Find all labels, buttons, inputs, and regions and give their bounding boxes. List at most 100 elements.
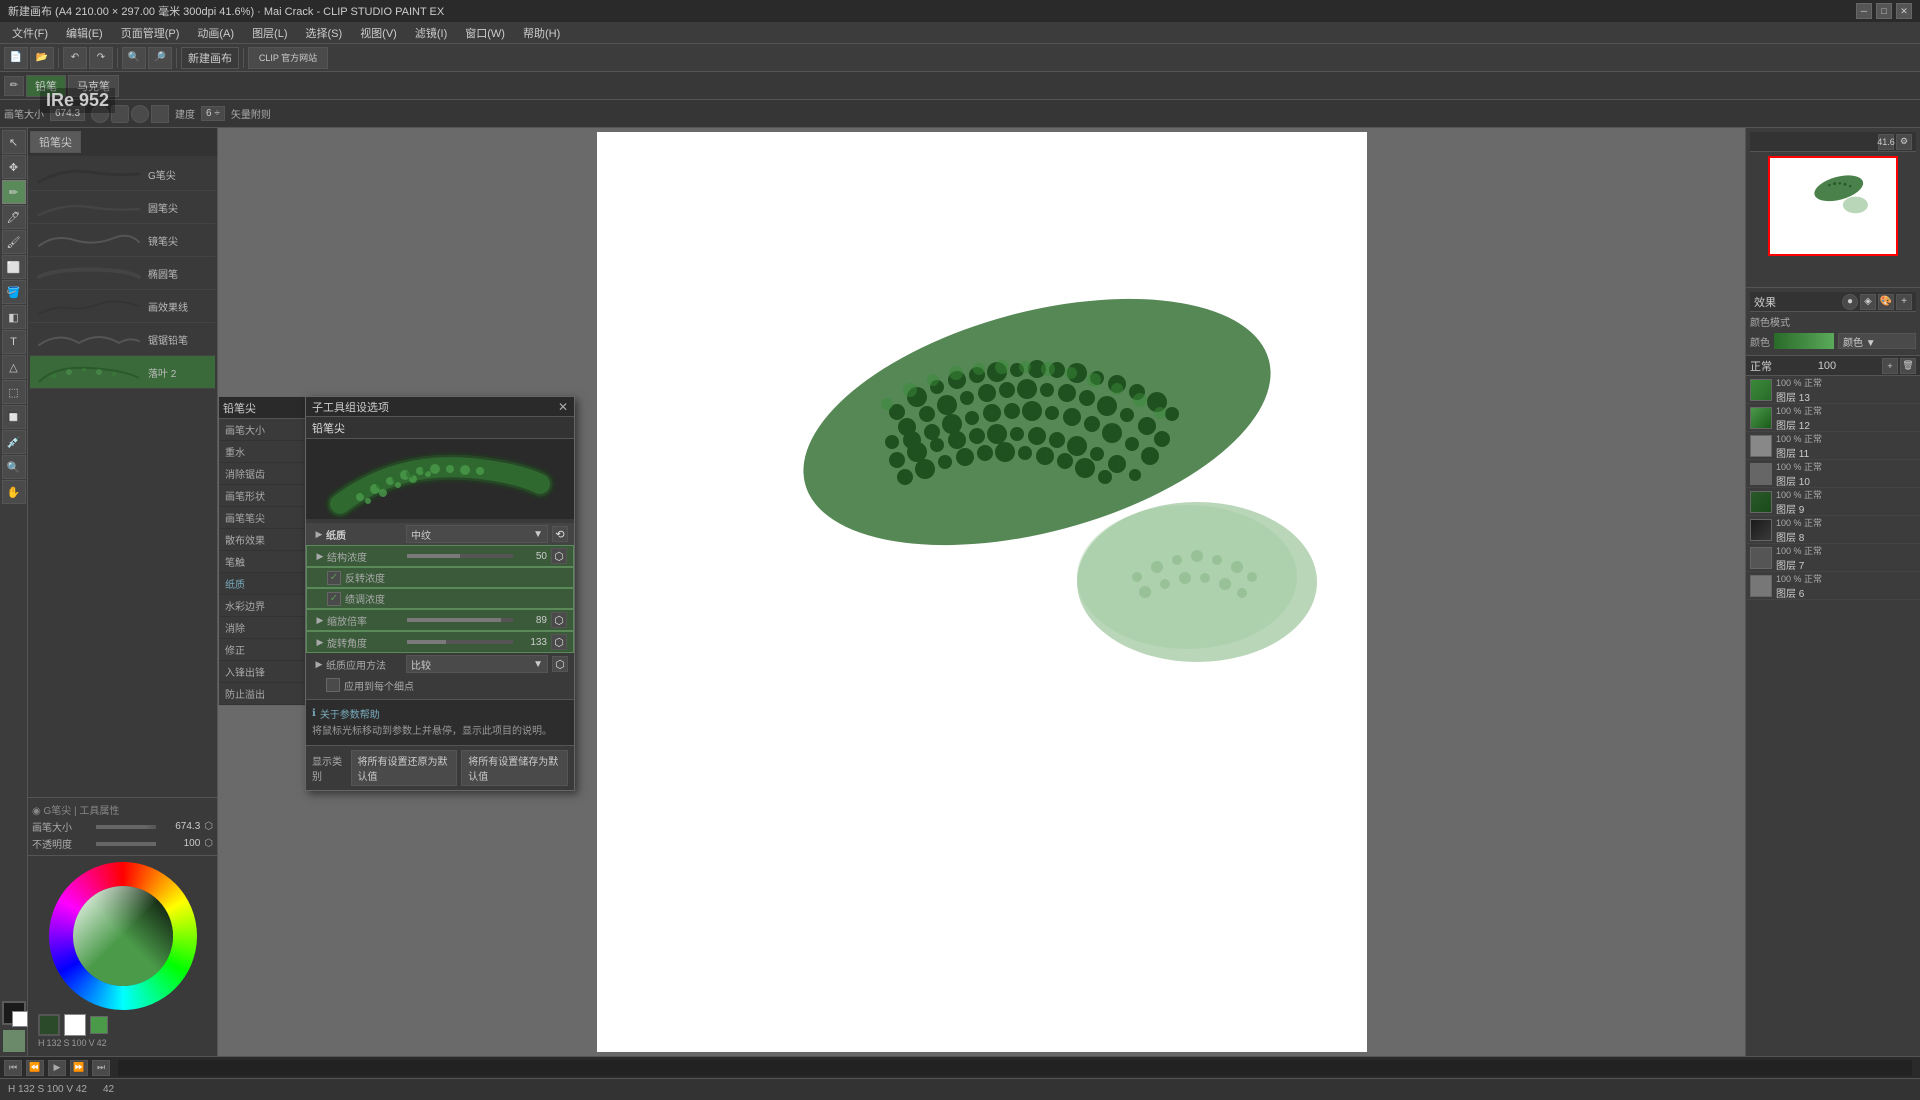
thumbnail-zoom[interactable]: 41.6: [1878, 134, 1894, 150]
layer-item-10[interactable]: 100 % 正常 图层 10: [1746, 460, 1920, 488]
bs-size[interactable]: 画笔大小: [219, 419, 307, 441]
angle-slider[interactable]: [407, 640, 513, 644]
color-wheel-container[interactable]: [49, 862, 197, 1010]
tool-brush[interactable]: 🖌: [2, 230, 26, 254]
tool-pointer[interactable]: ↖: [2, 130, 26, 154]
brush-item-saw[interactable]: 锯锯铅笔: [30, 323, 215, 356]
bs-correct[interactable]: 修正: [219, 639, 307, 661]
undo-button[interactable]: ↶: [63, 47, 87, 69]
effect-color[interactable]: 🎨: [1878, 294, 1894, 310]
brush-item-leaf[interactable]: 落叶 2: [30, 356, 215, 389]
bs-prevent[interactable]: 防止溢出: [219, 683, 307, 705]
brush-item-mirror[interactable]: 镜笔尖: [30, 224, 215, 257]
paper-reset-button[interactable]: ⟲: [552, 526, 568, 542]
brush-item-ellipse[interactable]: 椭圆笔: [30, 257, 215, 290]
layer-item-8[interactable]: 100 % 正常 图层 8: [1746, 516, 1920, 544]
layer-item-12[interactable]: 100 % 正常 图层 12: [1746, 404, 1920, 432]
bs-scatter[interactable]: 散布效果: [219, 529, 307, 551]
tl-start[interactable]: ⏮: [4, 1060, 22, 1076]
bs-inout[interactable]: 入锋出锋: [219, 661, 307, 683]
canvas[interactable]: [597, 132, 1367, 1052]
stretch-density-checkbox[interactable]: [327, 592, 341, 606]
show-types-button[interactable]: 显示类别: [312, 753, 347, 783]
color-dropdown[interactable]: 颜色 ▼: [1838, 333, 1916, 349]
menu-view[interactable]: 视图(V): [352, 23, 405, 43]
bs-paper[interactable]: 纸质: [219, 573, 307, 595]
tool-fill[interactable]: 🪣: [2, 280, 26, 304]
opacity-shape4[interactable]: [151, 105, 169, 123]
layer-opacity[interactable]: 100: [1818, 360, 1836, 372]
apply-method-dropdown[interactable]: 比较 ▼: [406, 655, 548, 673]
density-toggle[interactable]: ⬡: [551, 548, 567, 564]
foreground-swatch[interactable]: [38, 1014, 60, 1036]
scale-expand[interactable]: ▶: [313, 613, 327, 627]
angle-expand[interactable]: ▶: [313, 635, 327, 649]
tl-play[interactable]: ▶: [48, 1060, 66, 1076]
brush-size-slider[interactable]: [96, 825, 156, 829]
bs-erase[interactable]: 消除: [219, 617, 307, 639]
tool-eraser[interactable]: ⬜: [2, 255, 26, 279]
tool-shape[interactable]: △: [2, 355, 26, 379]
subtool-panel-close-button[interactable]: ✕: [558, 400, 568, 414]
tool-pen[interactable]: 🖊: [2, 205, 26, 229]
bs-stroke[interactable]: 笔触: [219, 551, 307, 573]
color-gradient-swatch[interactable]: [1774, 333, 1834, 349]
brush-item-round[interactable]: 圆笔尖: [30, 191, 215, 224]
tool-text[interactable]: T: [2, 330, 26, 354]
apply-each-checkbox[interactable]: [326, 678, 340, 692]
opacity-stepper[interactable]: ⬡: [204, 838, 213, 849]
redo-button[interactable]: ↷: [89, 47, 113, 69]
layer-item-13[interactable]: 100 % 正常 图层 13: [1746, 376, 1920, 404]
layer-item-9[interactable]: 100 % 正常 图层 9: [1746, 488, 1920, 516]
reset-defaults-button[interactable]: 将所有设置还原为默认值: [351, 750, 458, 786]
new-layer-button[interactable]: +: [1882, 358, 1898, 374]
brush-size-stepper[interactable]: ⬡: [204, 821, 213, 832]
menu-edit[interactable]: 编辑(E): [58, 23, 111, 43]
tool-eyedrop[interactable]: 💉: [2, 430, 26, 454]
opacity-shape3[interactable]: [131, 105, 149, 123]
tl-end[interactable]: ⏭: [92, 1060, 110, 1076]
tool-hand[interactable]: ✋: [2, 480, 26, 504]
effect-more[interactable]: +: [1896, 294, 1912, 310]
tool-gradient[interactable]: ◧: [2, 305, 26, 329]
menu-page[interactable]: 页面管理(P): [113, 23, 188, 43]
effect-layer[interactable]: ◈: [1860, 294, 1876, 310]
angle-toggle[interactable]: ⬡: [551, 634, 567, 650]
scale-toggle[interactable]: ⬡: [551, 612, 567, 628]
bs-shape[interactable]: 画笔形状: [219, 485, 307, 507]
menu-help[interactable]: 帮助(H): [515, 23, 568, 43]
thumbnail-settings[interactable]: ⚙: [1896, 134, 1912, 150]
layer-blend-mode[interactable]: 正常: [1750, 358, 1772, 374]
apply-expand[interactable]: ▶: [312, 657, 326, 671]
tool-pencil[interactable]: ✏: [2, 180, 26, 204]
bs-antialias[interactable]: 消除锯齿: [219, 463, 307, 485]
menu-file[interactable]: 文件(F): [4, 23, 56, 43]
color-switch[interactable]: [3, 1030, 25, 1052]
menu-animation[interactable]: 动画(A): [189, 23, 242, 43]
open-button[interactable]: 📂: [30, 47, 54, 69]
tl-next[interactable]: ⏩: [70, 1060, 88, 1076]
color-wheel[interactable]: [49, 862, 197, 1010]
color-picker-square[interactable]: [73, 886, 173, 986]
density-slider[interactable]: [407, 554, 513, 558]
new-file-button[interactable]: 📄: [4, 47, 28, 69]
paper-expand-icon[interactable]: ▶: [312, 527, 326, 541]
bs-tip[interactable]: 画笔笔尖: [219, 507, 307, 529]
close-button[interactable]: ✕: [1896, 3, 1912, 19]
reverse-density-checkbox[interactable]: [327, 571, 341, 585]
bs-watercolor[interactable]: 水彩边界: [219, 595, 307, 617]
foreground-color[interactable]: [2, 1001, 26, 1025]
color-swatch-green[interactable]: [90, 1016, 108, 1034]
zoom-in-button[interactable]: 🔍: [122, 47, 146, 69]
bs-water[interactable]: 重水: [219, 441, 307, 463]
opacity-slider[interactable]: [96, 842, 156, 846]
paper-texture-dropdown[interactable]: 中纹 ▼: [406, 525, 548, 543]
tl-prev[interactable]: ⏪: [26, 1060, 44, 1076]
scale-slider[interactable]: [407, 618, 513, 622]
layer-item-6[interactable]: 100 % 正常 图层 6: [1746, 572, 1920, 600]
menu-window[interactable]: 窗口(W): [457, 23, 513, 43]
background-swatch[interactable]: [64, 1014, 86, 1036]
save-defaults-button[interactable]: 将所有设置储存为默认值: [461, 750, 568, 786]
delete-layer-button[interactable]: 🗑: [1900, 358, 1916, 374]
tool-select[interactable]: ⬚: [2, 380, 26, 404]
